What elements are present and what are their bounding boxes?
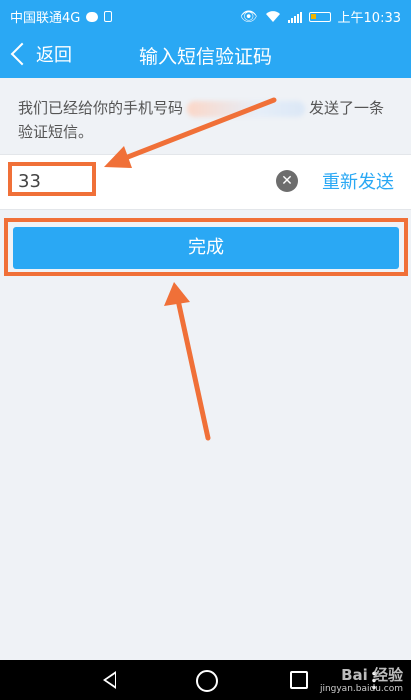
annotation-arrows [104, 97, 277, 441]
arrow-to-done-icon [164, 282, 211, 441]
navigation-bar: Bai 经验 jingyan.baidu.com [0, 660, 411, 700]
nav-recent-apps-icon[interactable] [290, 671, 308, 689]
nav-back-icon[interactable] [103, 671, 116, 689]
arrow-to-code-icon [104, 97, 277, 168]
watermark-brand: Bai 经验 [341, 666, 403, 684]
watermark-url: jingyan.baidu.com [319, 684, 403, 694]
nav-home-icon[interactable] [196, 670, 218, 692]
